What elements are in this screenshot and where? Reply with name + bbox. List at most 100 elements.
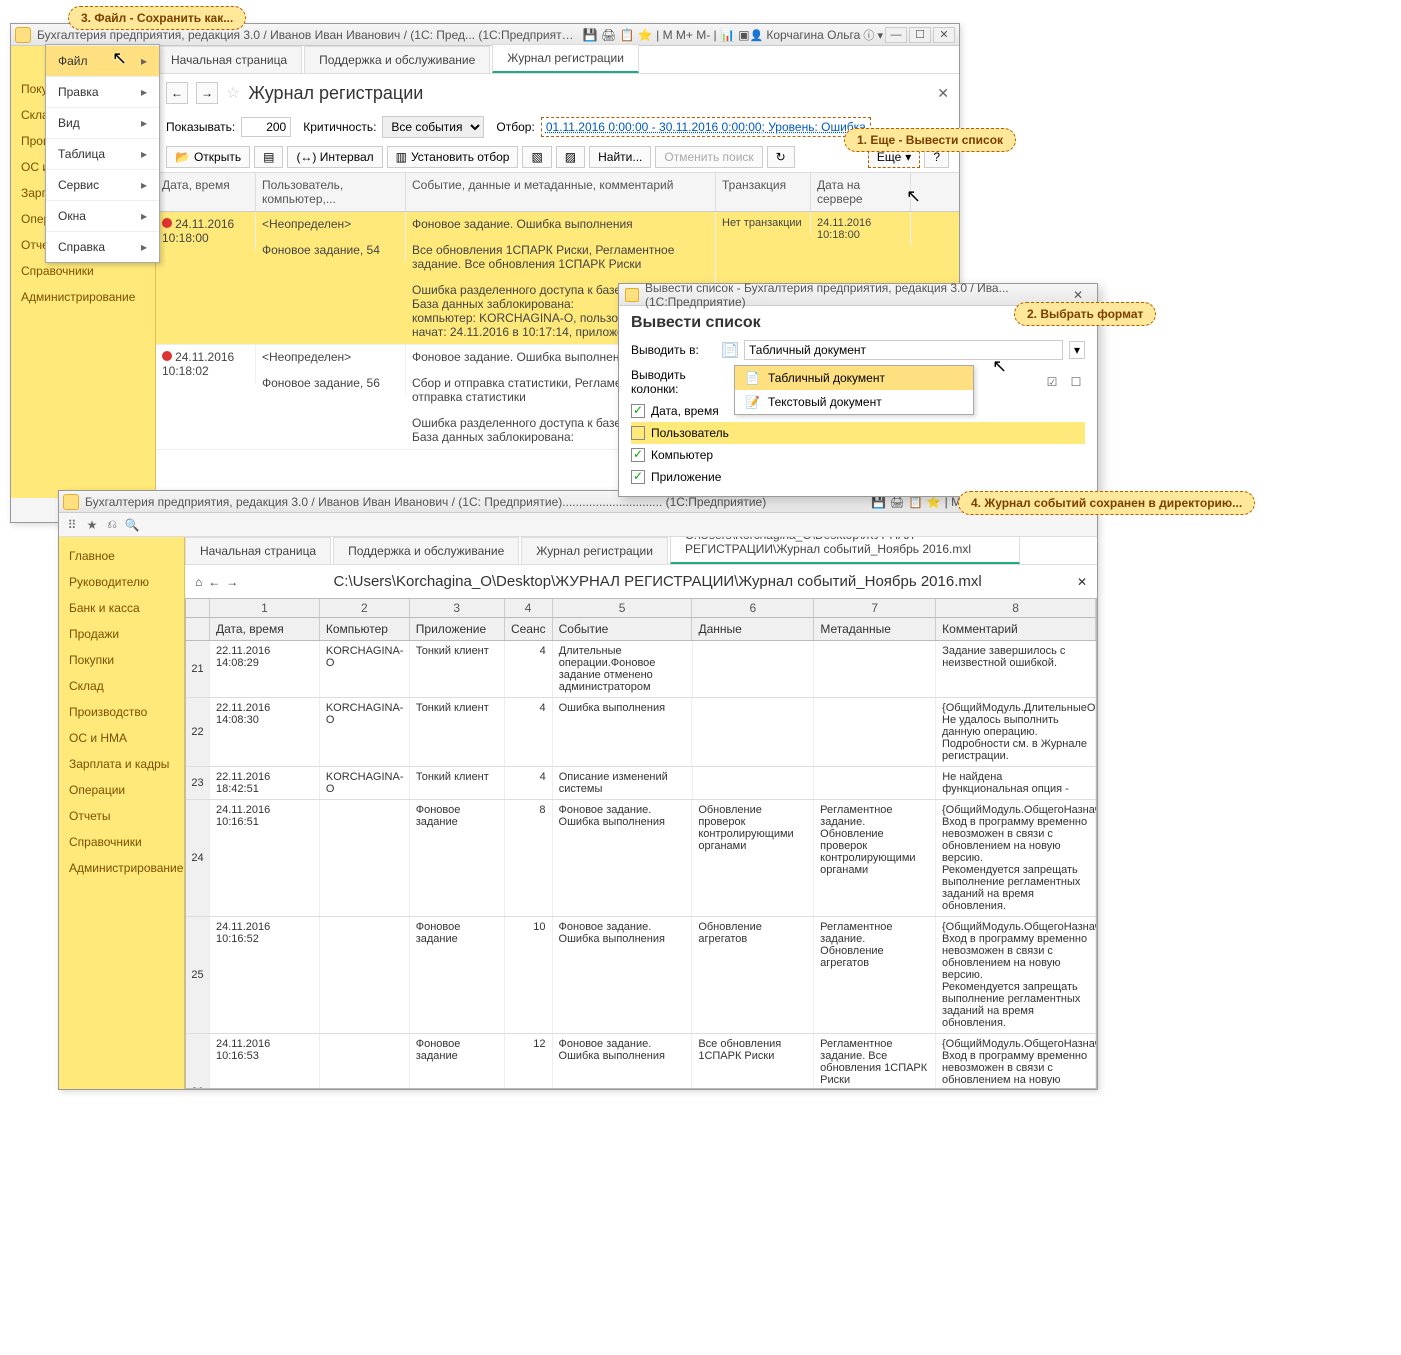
col-trx[interactable]: Транзакция [716, 173, 811, 211]
format-dropdown: 📄 Табличный документ 📝 Текстовый докумен… [734, 365, 974, 415]
sidebar-item[interactable]: ОС и НМА [59, 725, 184, 751]
check-all-button[interactable]: ☑ [1043, 373, 1061, 391]
callout-3: 3. Файл - Сохранить как... [68, 6, 246, 30]
sidebar-item[interactable]: Отчеты [59, 803, 184, 829]
show-label: Показывать: [166, 120, 235, 134]
col-event[interactable]: Событие [553, 618, 693, 640]
nav-back-button[interactable]: ← [166, 82, 188, 104]
menu-windows[interactable]: Окна▸ [46, 200, 159, 231]
menu-table[interactable]: Таблица▸ [46, 138, 159, 169]
tab-file[interactable]: C:\Users\Korchagina_O\Desktop\ЖУРНАЛ РЕГ… [670, 537, 1020, 564]
dropdown-option-text[interactable]: 📝 Текстовый документ [735, 390, 973, 414]
home-button[interactable]: ⌂ [195, 575, 202, 589]
crit-select[interactable]: Все события [382, 116, 484, 138]
nav-fwd-button[interactable]: → [196, 82, 218, 104]
col-event[interactable]: Событие, данные и метаданные, комментари… [406, 173, 716, 211]
cancel-find-button[interactable]: Отменить поиск [655, 146, 762, 168]
history-button[interactable]: ⎌ [103, 516, 121, 534]
open-button[interactable]: 📂 Открыть [166, 146, 250, 168]
col-app[interactable]: Приложение [410, 618, 505, 640]
show-input[interactable] [241, 117, 291, 137]
user-label: 👤 Корчагина Ольга ⓘ ▾ [750, 27, 883, 43]
sheet-row[interactable]: 2624.11.2016 10:16:53Фоновое задание12Фо… [186, 1034, 1096, 1089]
sidebar-item[interactable]: Главное [59, 543, 184, 569]
menu-service[interactable]: Сервис▸ [46, 169, 159, 200]
selection-link[interactable]: 01.11.2016 0:00:00 - 30.11.2016 0:00:00;… [541, 117, 871, 137]
dialog-body: Вывести список Выводить в: 📄 ▾ Выводить … [619, 306, 1097, 496]
clear-filter-button[interactable]: ▧ [522, 146, 551, 168]
check-app[interactable]: Приложение [631, 466, 1085, 488]
close-page-button[interactable]: ✕ [937, 85, 949, 102]
find-button[interactable]: Найти... [589, 146, 651, 168]
colnum: 2 [320, 599, 410, 617]
sidebar-item[interactable]: Склад [59, 673, 184, 699]
interval-button[interactable]: (↔) Интервал [287, 146, 382, 168]
col-data[interactable]: Данные [692, 618, 814, 640]
sheet-row[interactable]: 2424.11.2016 10:16:51Фоновое задание8Фон… [186, 800, 1096, 917]
sheet-row[interactable]: 2222.11.2016 14:08:30KORCHAGINA-OТонкий … [186, 698, 1096, 767]
menu-help[interactable]: Справка▸ [46, 231, 159, 262]
crit-label: Критичность: [303, 120, 376, 134]
tab-support[interactable]: Поддержка и обслуживание [333, 537, 519, 564]
sheet-row[interactable]: 2122.11.2016 14:08:29KORCHAGINA-OТонкий … [186, 641, 1096, 698]
dropdown-option-table[interactable]: 📄 Табличный документ [735, 366, 973, 390]
sidebar-item[interactable]: Администрирование [11, 284, 155, 310]
tab-journal[interactable]: Журнал регистрации [492, 44, 639, 73]
col-computer[interactable]: Компьютер [320, 618, 410, 640]
filter-icon-button[interactable]: ▤ [254, 146, 283, 168]
col-meta[interactable]: Метаданные [814, 618, 936, 640]
tab-journal[interactable]: Журнал регистрации [521, 537, 668, 564]
maximize-button[interactable]: ☐ [909, 27, 931, 43]
tabs-2: Начальная страница Поддержка и обслужива… [185, 537, 1097, 565]
dialog-close-button[interactable]: ✕ [1073, 288, 1091, 302]
nav-fwd-button[interactable]: → [226, 575, 238, 589]
col-session[interactable]: Сеанс [505, 618, 553, 640]
close-button[interactable]: ✕ [933, 27, 955, 43]
col-server-date[interactable]: Дата на сервере [811, 173, 911, 211]
minimize-button[interactable]: — [885, 27, 907, 43]
menu-edit[interactable]: Правка▸ [46, 76, 159, 107]
sidebar-item[interactable]: Руководителю [59, 569, 184, 595]
dropdown-button[interactable]: ▾ [1069, 341, 1085, 359]
search-button[interactable]: 🔍 [123, 516, 141, 534]
sidebar-item[interactable]: Продажи [59, 621, 184, 647]
toggle-button[interactable]: ▨ [556, 146, 585, 168]
col-datetime[interactable]: Дата, время [210, 618, 320, 640]
sidebar-item[interactable]: Справочники [59, 829, 184, 855]
tab-support[interactable]: Поддержка и обслуживание [304, 46, 490, 73]
actions-row: 📂 Открыть ▤ (↔) Интервал ▥ Установить от… [156, 142, 959, 173]
sidebar-item[interactable]: Зарплата и кадры [59, 751, 184, 777]
dialog-title: Вывести список - Бухгалтерия предприятия… [645, 281, 1073, 309]
uncheck-all-button[interactable]: ☐ [1067, 373, 1085, 391]
colnum: 5 [553, 599, 693, 617]
star-icon[interactable]: ☆ [226, 83, 240, 103]
check-user[interactable]: Пользователь [631, 422, 1085, 444]
menu-file[interactable]: Файл▸ [46, 45, 159, 76]
col-number-headers: 1 2 3 4 5 6 7 8 [185, 598, 1097, 617]
col-comment[interactable]: Комментарий [936, 618, 1096, 640]
set-filter-button[interactable]: ▥ Установить отбор [387, 146, 519, 168]
colnum: 6 [692, 599, 814, 617]
menu-view[interactable]: Вид▸ [46, 107, 159, 138]
output-format-input[interactable] [744, 340, 1063, 360]
tab-home[interactable]: Начальная страница [185, 537, 331, 564]
sidebar-item[interactable]: Производство [59, 699, 184, 725]
sheet-row[interactable]: 2322.11.2016 18:42:51KORCHAGINA-OТонкий … [186, 767, 1096, 800]
close-page-button[interactable]: ✕ [1077, 575, 1087, 589]
check-computer[interactable]: Компьютер [631, 444, 1085, 466]
sidebar-item[interactable]: Банк и касса [59, 595, 184, 621]
refresh-button[interactable]: ↻ [767, 146, 795, 168]
sidebar-item[interactable]: Операции [59, 777, 184, 803]
sidebar-item[interactable]: Покупки [59, 647, 184, 673]
tab-home[interactable]: Начальная страница [156, 46, 302, 73]
cols-label: Выводить колонки: [631, 368, 716, 396]
sidebar-item[interactable]: Администрирование [59, 855, 184, 881]
callout-1: 1. Еще - Вывести список [844, 128, 1016, 152]
col-user[interactable]: Пользователь, компьютер,... [256, 173, 406, 211]
apps-button[interactable]: ⠿ [63, 516, 81, 534]
sheet-row[interactable]: 2524.11.2016 10:16:52Фоновое задание10Фо… [186, 917, 1096, 1034]
star-button[interactable]: ★ [83, 516, 101, 534]
col-datetime[interactable]: Дата, время [156, 173, 256, 211]
row-number: 25 [186, 917, 210, 1033]
nav-back-button[interactable]: ← [208, 575, 220, 589]
